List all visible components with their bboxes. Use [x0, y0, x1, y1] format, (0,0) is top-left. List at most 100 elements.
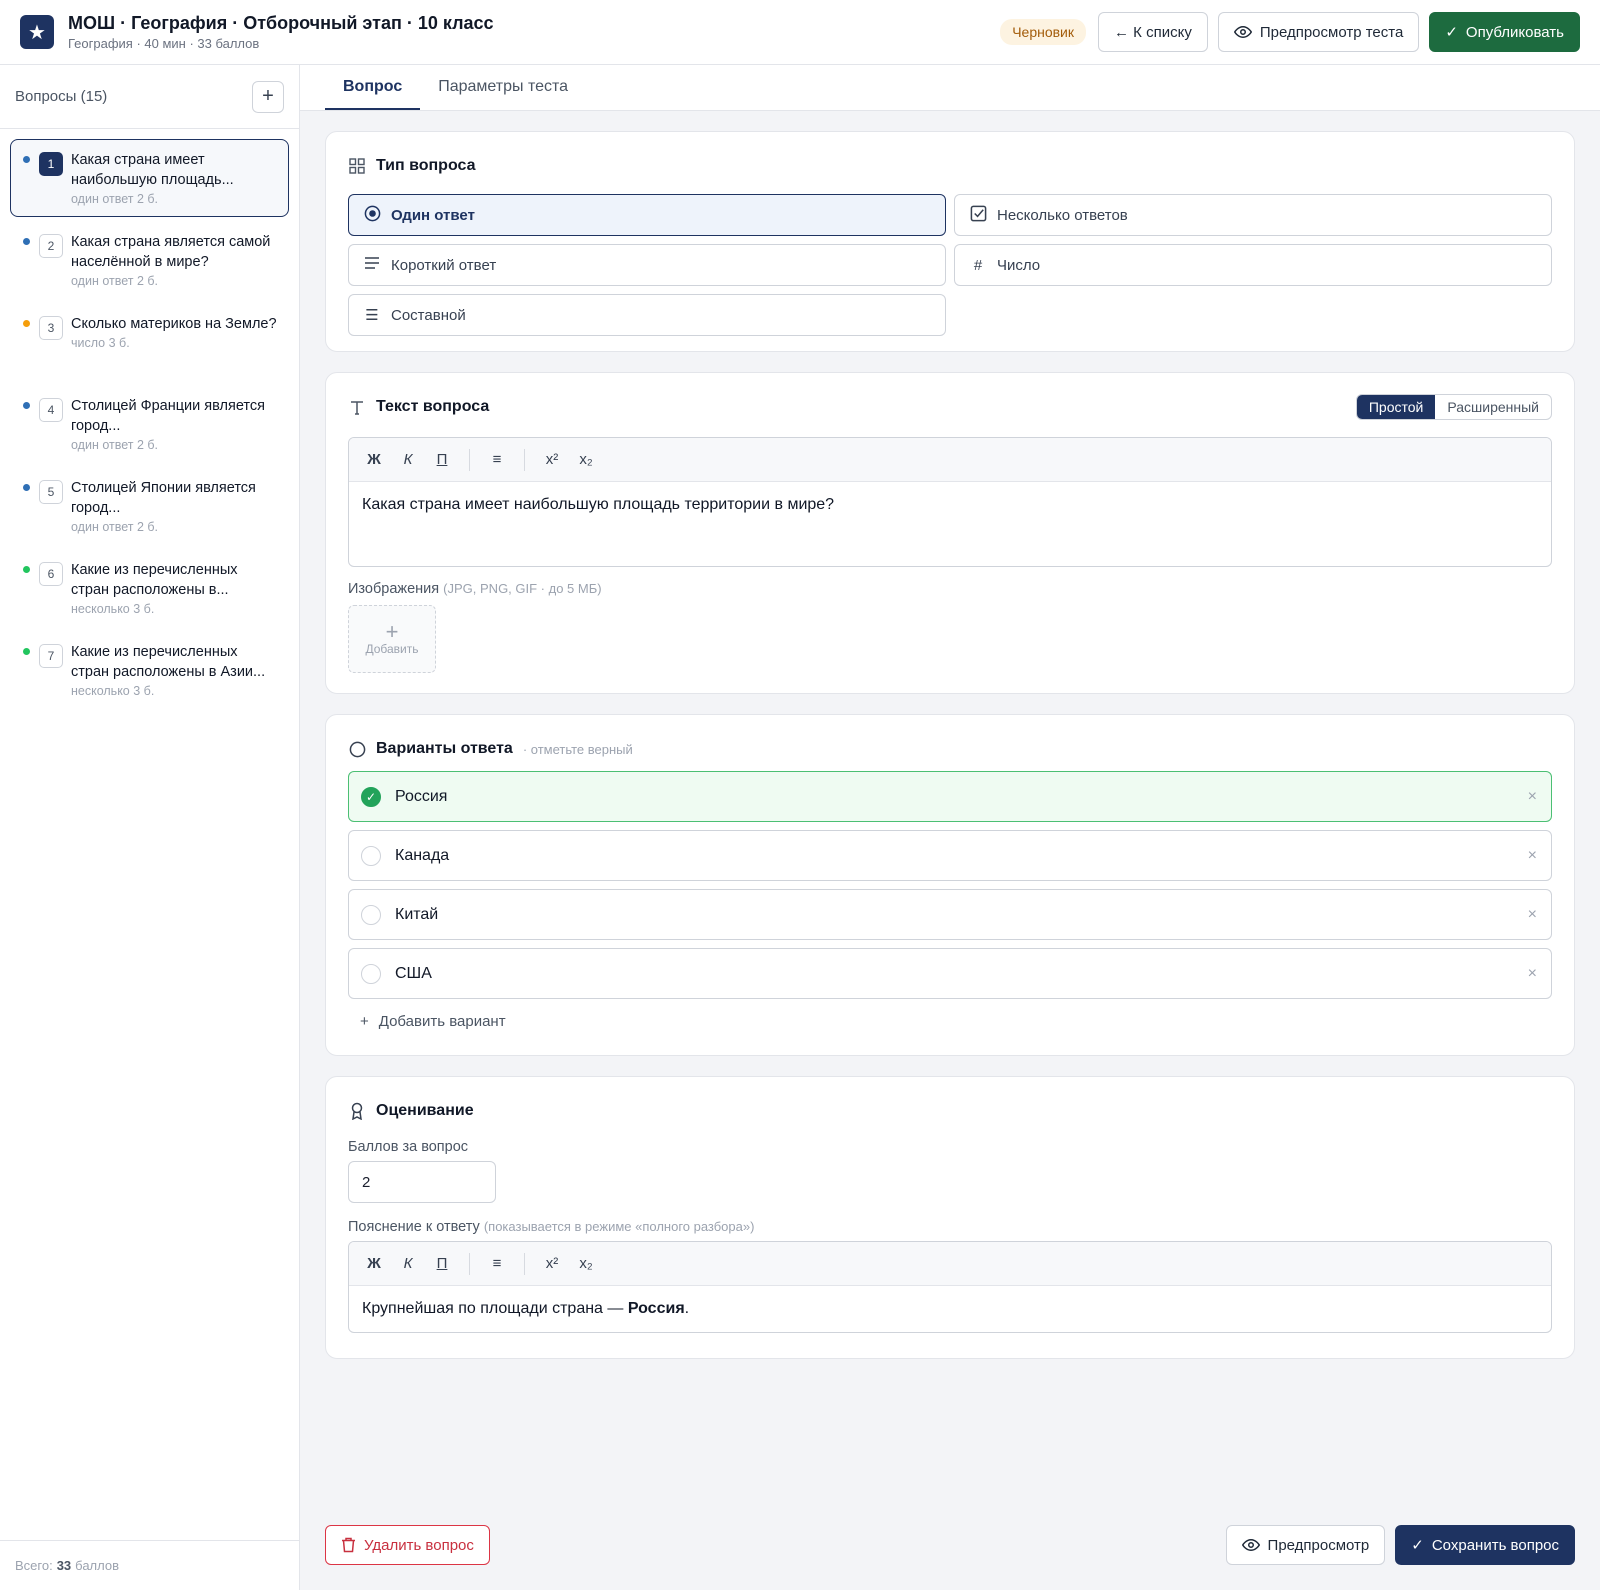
mode-simple-button[interactable]: Простой: [1356, 395, 1436, 419]
type-option-composite[interactable]: ☰ Составной: [348, 294, 946, 336]
question-list: 1 Какая страна имеет наибольшую площадь..…: [0, 129, 299, 723]
status-dot: [23, 484, 30, 491]
eye-icon: [1233, 25, 1252, 39]
answer-text-input[interactable]: США: [395, 965, 432, 983]
remove-option-button[interactable]: ×: [1528, 847, 1537, 865]
preview-button[interactable]: Предпросмотр: [1225, 1525, 1386, 1565]
save-question-label: Сохранить вопрос: [1431, 1536, 1559, 1554]
answer-text-input[interactable]: Россия: [395, 788, 447, 806]
question-list-item[interactable]: 5 Столицей Японии является город... один о…: [10, 467, 289, 545]
tab-question[interactable]: Вопрос: [325, 65, 421, 110]
sidebar-title: Вопросы (15): [15, 88, 108, 105]
add-variant-button[interactable]: + Добавить вариант: [360, 1013, 1552, 1030]
hash-icon: #: [973, 256, 983, 274]
remove-option-button[interactable]: ×: [1528, 906, 1537, 924]
status-badge: Черновик: [1000, 19, 1087, 45]
answers-card: Варианты ответа · отметьте верный ✓ Росси…: [325, 714, 1575, 1056]
explanation-input[interactable]: Крупнейшая по площади страна — Россия.: [349, 1286, 1551, 1332]
superscript-button[interactable]: x²: [537, 445, 567, 475]
circle-icon: [348, 741, 366, 758]
eye-icon: [1241, 1538, 1260, 1552]
bold-button[interactable]: Ж: [359, 445, 389, 475]
bold-button[interactable]: Ж: [359, 1249, 389, 1279]
subscript-button[interactable]: x₂: [571, 445, 601, 475]
question-text-heading: Текст вопроса Простой Расширенный: [348, 394, 1552, 420]
superscript-button[interactable]: x²: [537, 1249, 567, 1279]
question-number: 4: [39, 398, 63, 422]
type-option-label: Составной: [391, 306, 466, 324]
tab-test-settings[interactable]: Параметры теста: [420, 65, 586, 110]
correct-radio[interactable]: [361, 845, 381, 866]
question-title: Столицей Франции является город...: [71, 398, 265, 434]
question-meta: несколько 3 б.: [71, 684, 155, 698]
grading-title: Оценивание: [376, 1102, 474, 1119]
award-icon: [348, 1102, 366, 1120]
type-option-number[interactable]: # Число: [954, 244, 1552, 286]
status-dot: [23, 648, 30, 655]
delete-question-button[interactable]: Удалить вопрос: [325, 1525, 490, 1565]
answer-text-input[interactable]: Китай: [395, 906, 438, 924]
question-title: Какая страна имеет наибольшую площадь...: [71, 152, 234, 188]
sidebar-header: Вопросы (15) +: [0, 65, 299, 129]
type-option-short[interactable]: Короткий ответ: [348, 244, 946, 286]
save-actions: Предпросмотр ✓ Сохранить вопрос: [1225, 1525, 1575, 1565]
question-list-item[interactable]: 4 Столицей Франции является город... один …: [10, 385, 289, 463]
underline-button[interactable]: П: [427, 1249, 457, 1279]
answer-option: Китай ×: [348, 889, 1552, 940]
images-label: Изображения (JPG, PNG, GIF · до 5 МБ): [348, 581, 1552, 597]
delete-question-label: Удалить вопрос: [364, 1536, 474, 1554]
question-text-input[interactable]: Какая страна имеет наибольшую площадь те…: [349, 482, 1551, 566]
question-title: Столицей Японии является город...: [71, 480, 256, 516]
remove-option-button[interactable]: ×: [1528, 788, 1537, 806]
answer-list: ✓ Россия × Канада × Китай × США ×: [348, 771, 1552, 999]
question-actions: Удалить вопрос Предпросмотр ✓ Сохранить …: [325, 1525, 1575, 1565]
back-to-list-button[interactable]: ← К списку: [1098, 12, 1208, 52]
question-list-item[interactable]: 1 Какая страна имеет наибольшую площадь..…: [10, 139, 289, 217]
question-number: 3: [39, 316, 63, 340]
underline-button[interactable]: П: [427, 445, 457, 475]
italic-button[interactable]: К: [393, 445, 423, 475]
list-button[interactable]: ≡: [482, 445, 512, 475]
points-input[interactable]: 2: [348, 1161, 496, 1203]
mode-extended-button[interactable]: Расширенный: [1435, 395, 1551, 419]
question-list-item[interactable]: 6 Какие из перечисленных стран расположен…: [10, 549, 289, 627]
question-title: Сколько материков на Земле?: [71, 316, 277, 332]
list-button[interactable]: ≡: [482, 1249, 512, 1279]
answers-hint: · отметьте верный: [522, 741, 633, 757]
subscript-button[interactable]: x₂: [571, 1249, 601, 1279]
check-icon: ✓: [1411, 1537, 1424, 1554]
question-meta: один ответ 2 б.: [71, 438, 159, 452]
question-text-title: Текст вопроса: [376, 398, 490, 415]
answer-option: ✓ Россия ×: [348, 771, 1552, 822]
type-option-multiple[interactable]: Несколько ответов: [954, 194, 1552, 236]
grid-icon: [348, 158, 366, 174]
status-dot: [23, 320, 30, 327]
question-number: 2: [39, 234, 63, 258]
app-header: ★ МОШ · География · Отборочный этап · 10…: [0, 0, 1600, 65]
remove-option-button[interactable]: ×: [1528, 965, 1537, 983]
answer-text-input[interactable]: Канада: [395, 847, 449, 865]
toolbar-divider: [524, 448, 525, 471]
preview-label: Предпросмотр: [1267, 1536, 1370, 1554]
correct-radio[interactable]: ✓: [361, 786, 381, 807]
correct-radio[interactable]: [361, 904, 381, 925]
question-list-item[interactable]: 3 Сколько материков на Земле? число 3 б.: [10, 303, 289, 381]
save-question-button[interactable]: ✓ Сохранить вопрос: [1395, 1525, 1575, 1565]
correct-radio[interactable]: [361, 963, 381, 984]
add-image-button[interactable]: + Добавить: [348, 605, 436, 673]
total-suffix: баллов: [75, 1558, 120, 1573]
editor-toolbar: Ж К П ≡ x² x₂: [349, 438, 1551, 482]
status-dot: [23, 402, 30, 409]
question-list-item[interactable]: 7 Какие из перечисленных стран расположен…: [10, 631, 289, 709]
question-meta: один ответ 2 б.: [71, 274, 159, 288]
italic-button[interactable]: К: [393, 1249, 423, 1279]
preview-test-button[interactable]: Предпросмотр теста: [1217, 12, 1420, 52]
grading-card: Оценивание Баллов за вопрос 2 Пояснение …: [325, 1076, 1575, 1359]
type-option-single[interactable]: Один ответ: [348, 194, 946, 236]
question-list-item[interactable]: 2 Какая страна является самой населённой …: [10, 221, 289, 299]
add-question-button[interactable]: +: [252, 80, 284, 113]
preview-test-label: Предпросмотр теста: [1259, 23, 1404, 41]
header-actions: Черновик ← К списку Предпросмотр теста ✓…: [1000, 12, 1580, 52]
question-number: 5: [39, 480, 63, 504]
publish-button[interactable]: ✓ Опубликовать: [1429, 12, 1580, 52]
